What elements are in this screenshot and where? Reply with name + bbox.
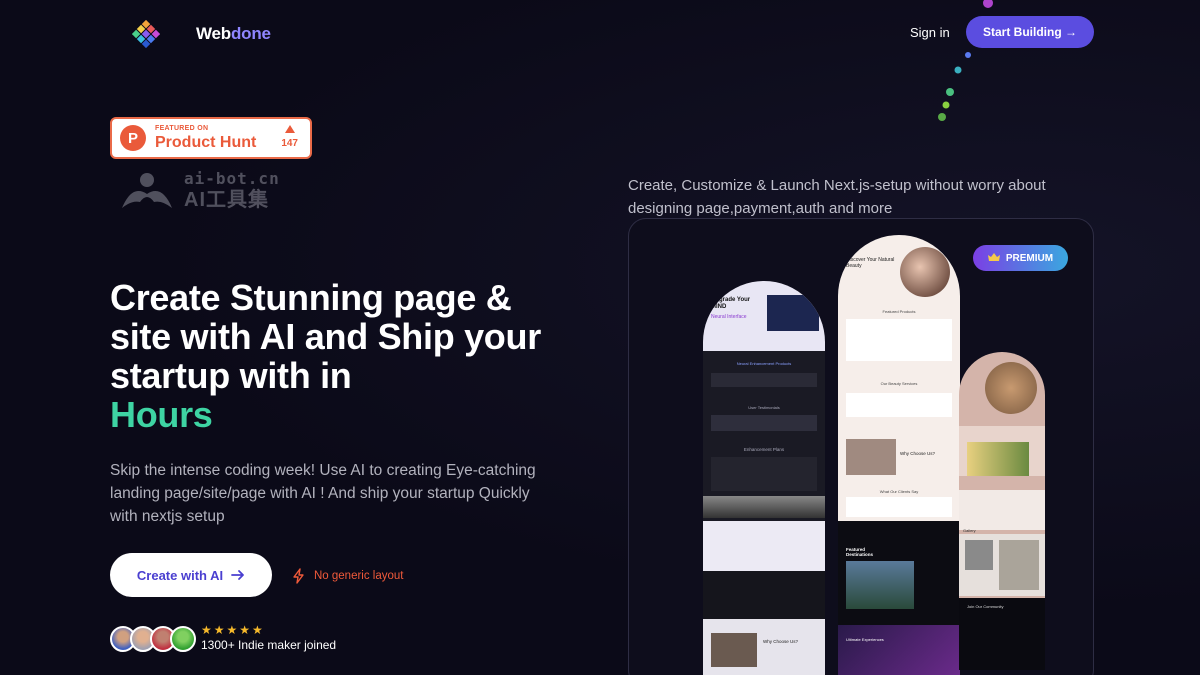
hero-highlight-text: Hours <box>110 394 213 435</box>
watermark: ai-bot.cn AI工具集 <box>120 170 280 210</box>
preview-card2-section4: What Our Clients Say <box>879 489 919 494</box>
preview-card1-sub: Neural Interface <box>711 314 747 320</box>
preview-card3-section2: Join Our Community <box>967 604 1004 609</box>
preview-card2-section1: Featured Products <box>882 309 916 314</box>
product-hunt-logo-icon: P <box>120 125 146 151</box>
preview-card1-section4: Why Choose Us? <box>763 639 799 644</box>
user-avatars <box>110 626 196 652</box>
brand-name[interactable]: Webdone <box>196 24 271 44</box>
preview-card2-section6: Ultimate Experiences <box>846 637 884 642</box>
preview-card1-section3: Enhancement Plans <box>743 447 785 452</box>
rating-stars: ★★★★★ <box>201 623 265 637</box>
premium-badge: PREMIUM <box>973 245 1068 271</box>
watermark-line2: AI工具集 <box>184 188 269 211</box>
joined-text: 1300+ Indie maker joined <box>201 638 337 652</box>
preview-card-gallery: Gallery Join Our Community <box>959 352 1045 670</box>
hero-title: Create Stunning page & site with AI and … <box>109 277 580 440</box>
product-hunt-votes: 147 <box>281 125 298 149</box>
hero-title-text: Create Stunning page & site with AI and … <box>110 277 541 396</box>
preview-card1-section1: Neural Enhancement Products <box>736 361 792 366</box>
preview-card3-section1: Gallery <box>963 528 976 533</box>
preview-card-neural: Upgrade Your MIND Neural Interface Neura… <box>703 281 825 675</box>
arrow-right-icon <box>231 570 244 580</box>
upvote-arrow-icon <box>284 125 295 133</box>
watermark-line1: ai-bot.cn <box>184 168 280 188</box>
create-with-ai-label: Create with AI <box>136 567 224 583</box>
preview-card1-headline: Upgrade Your MIND <box>711 297 751 310</box>
preview-card2-section3: Why Choose Us? <box>900 451 936 456</box>
watermark-logo-icon <box>122 173 172 208</box>
preview-card2-section5: Featured Destinations <box>846 547 874 557</box>
no-generic-layout-text: No generic layout <box>314 570 404 582</box>
brand-part-web: Web <box>196 24 231 43</box>
preview-card-beauty: Discover Your Natural Beauty Featured Pr… <box>838 235 960 675</box>
avatar <box>170 626 196 652</box>
preview-card1-section2: User Testimonials <box>748 405 780 410</box>
no-generic-layout-badge: No generic layout <box>292 568 404 584</box>
brand-part-done: done <box>230 24 271 43</box>
product-hunt-featured: FEATURED ON <box>155 125 209 132</box>
right-description: Create, Customize & Launch Next.js-setup… <box>628 177 1046 217</box>
create-with-ai-button[interactable]: Create with AI <box>110 553 272 597</box>
preview-card2-headline: Discover Your Natural Beauty <box>846 257 895 269</box>
preview-card2-section2: Our Beauty Services <box>880 381 918 386</box>
crown-icon <box>987 253 1000 261</box>
premium-label: PREMIUM <box>1005 252 1054 264</box>
lightning-icon <box>293 568 304 584</box>
preview-frame: Upgrade Your MIND Neural Interface Neura… <box>628 218 1094 675</box>
product-hunt-vote-count: 147 <box>281 138 298 149</box>
start-building-button[interactable]: Start Building → <box>966 16 1094 48</box>
product-hunt-badge[interactable]: P FEATURED ON Product Hunt 147 <box>110 117 312 159</box>
hero-title-highlight: Hours <box>109 394 214 440</box>
logo-icon[interactable] <box>132 20 160 48</box>
product-hunt-name: Product Hunt <box>155 134 257 151</box>
page: Webdone Sign in Start Building → P FEATU… <box>0 0 1200 675</box>
hero-subtitle: Skip the intense coding week! Use AI to … <box>110 462 536 525</box>
signin-link[interactable]: Sign in <box>910 25 950 40</box>
